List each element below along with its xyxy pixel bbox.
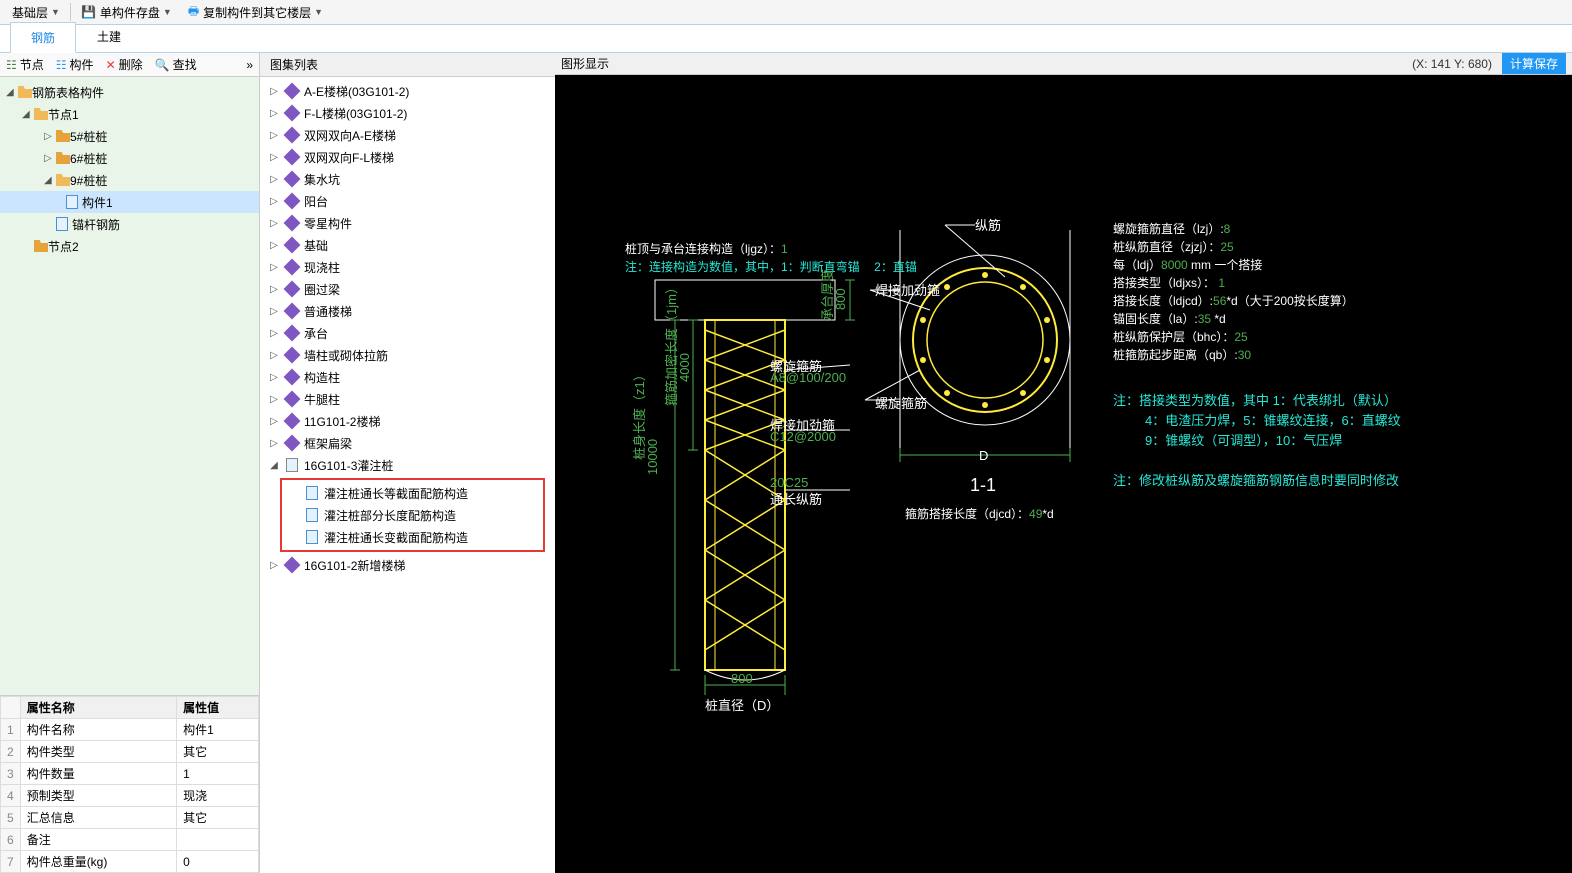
anno-long: 通长纵筋 <box>770 489 822 508</box>
param-line: 桩纵筋保护层（bhc）：25 <box>1113 328 1354 346</box>
param-line: 螺旋箍筋直径（lzj）:8 <box>1113 220 1354 238</box>
tab-rebar[interactable]: 钢筋 <box>10 22 76 53</box>
component-tree[interactable]: ◢钢筋表格构件 ◢节点1 ▷5#桩桩 ▷6#桩桩 ◢9#桩桩 构件1 锚杆钢筋 … <box>0 77 259 695</box>
atlas-item[interactable]: ▷圈过梁 <box>260 278 555 300</box>
graphic-title: 图形显示 <box>561 55 609 72</box>
atlas-item[interactable]: ▷零星构件 <box>260 212 555 234</box>
atlas-subitem[interactable]: 灌注桩通长等截面配筋构造 <box>282 482 543 504</box>
note2c: 9：锥螺纹（可调型），10：气压焊 <box>1145 430 1342 449</box>
tree-anchor[interactable]: 锚杆钢筋 <box>0 213 259 235</box>
atlas-item[interactable]: ▷11G101-2楼梯 <box>260 410 555 432</box>
param-line: 锚固长度（la）:35 *d <box>1113 310 1354 328</box>
atlas-item[interactable]: ▷墙柱或砌体拉筋 <box>260 344 555 366</box>
tab-bar: 钢筋 土建 <box>0 25 1572 53</box>
param-line: 桩纵筋直径（zjzj）：25 <box>1113 238 1354 256</box>
atlas-panel: 图集列表 ▷A-E楼梯(03G101-2)▷F-L楼梯(03G101-2)▷双网… <box>260 53 555 873</box>
top-toolbar: 基础层▼ 💾单构件存盘▼ 🖶复制构件到其它楼层▼ <box>0 0 1572 25</box>
atlas-item[interactable]: ▷阳台 <box>260 190 555 212</box>
sec-D: D <box>979 448 988 463</box>
prop-row[interactable]: 5汇总信息其它 <box>1 807 259 829</box>
atlas-item[interactable]: ▷集水坑 <box>260 168 555 190</box>
anno-overlap: 箍筋搭接长度（djcd）：49*d <box>905 505 1054 522</box>
anno-spiral-spec: A8@100/200 <box>770 370 846 385</box>
prop-row[interactable]: 1构件名称构件1 <box>1 719 259 741</box>
note3: 注：修改桩纵筋及螺旋箍筋钢筋信息时要同时修改 <box>1113 470 1399 489</box>
atlas-item[interactable]: ▷框架扁梁 <box>260 432 555 454</box>
dim-4000: 4000 <box>677 353 692 382</box>
atlas-list[interactable]: ▷A-E楼梯(03G101-2)▷F-L楼梯(03G101-2)▷双网双向A-E… <box>260 77 555 873</box>
sec-spiral: 螺旋箍筋 <box>875 393 927 412</box>
toolbar-more[interactable]: » <box>240 58 259 72</box>
tree-root[interactable]: ◢钢筋表格构件 <box>0 81 259 103</box>
prop-header-name: 属性名称 <box>20 697 176 719</box>
tab-civil[interactable]: 土建 <box>76 21 142 52</box>
left-toolbar: ☷节点 ☷构件 ✕删除 🔍查找 » <box>0 53 259 77</box>
atlas-item[interactable]: ▷牛腿柱 <box>260 388 555 410</box>
atlas-item[interactable]: ▷16G101-2新增楼梯 <box>260 554 555 576</box>
atlas-item[interactable]: ▷承台 <box>260 322 555 344</box>
atlas-subitem[interactable]: 灌注桩通长变截面配筋构造 <box>282 526 543 548</box>
atlas-item[interactable]: ▷双网双向F-L楼梯 <box>260 146 555 168</box>
atlas-item[interactable]: ▷现浇柱 <box>260 256 555 278</box>
prop-row[interactable]: 3构件数量1 <box>1 763 259 785</box>
cursor-coords: (X: 141 Y: 680) <box>1412 57 1492 71</box>
component-button[interactable]: ☷构件 <box>50 56 100 73</box>
cad-svg <box>555 75 1572 873</box>
anno-dense-len: 箍筋加密长度（1jm） <box>661 281 680 406</box>
prop-row[interactable]: 7构件总重量(kg)0 <box>1 851 259 873</box>
prop-row[interactable]: 4预制类型现浇 <box>1 785 259 807</box>
atlas-item[interactable]: ▷F-L楼梯(03G101-2) <box>260 102 555 124</box>
dim-800b: 800 <box>731 671 753 686</box>
cad-viewport[interactable]: 桩顶与承台连接构造（ljgz）：1 注：连接构造为数值，其中，1：判断直弯锚 2… <box>555 75 1572 873</box>
note2a: 注：搭接类型为数值，其中 1：代表绑扎（默认） <box>1113 390 1397 409</box>
tree-comp1[interactable]: 构件1 <box>0 191 259 213</box>
calc-save-button[interactable]: 计算保存 <box>1502 53 1566 74</box>
find-button[interactable]: 🔍查找 <box>149 56 203 73</box>
tree-pile5[interactable]: ▷5#桩桩 <box>0 125 259 147</box>
dim-10000: 10000 <box>645 439 660 475</box>
atlas-subitem[interactable]: 灌注桩部分长度配筋构造 <box>282 504 543 526</box>
tree-node1[interactable]: ◢节点1 <box>0 103 259 125</box>
anno-long-spec: 20C25 <box>770 475 808 490</box>
param-line: 搭接长度（ldjcd）:56*d（大于200按长度算） <box>1113 292 1354 310</box>
param-line: 桩箍筋起步距离（qb）:30 <box>1113 346 1354 364</box>
anno-title: 桩顶与承台连接构造（ljgz）：1 <box>625 240 788 257</box>
highlighted-subitems: 灌注桩通长等截面配筋构造灌注桩部分长度配筋构造灌注桩通长变截面配筋构造 <box>280 478 545 552</box>
graphic-panel: 图形显示 (X: 141 Y: 680) 计算保存 <box>555 53 1572 873</box>
prop-header-value: 属性值 <box>177 697 259 719</box>
anno-pile-dia: 桩直径（D） <box>705 695 779 714</box>
prop-row[interactable]: 6备注 <box>1 829 259 851</box>
param-line: 搭接类型（ldjxs）： 1 <box>1113 274 1354 292</box>
atlas-item[interactable]: ▷普通楼梯 <box>260 300 555 322</box>
atlas-item[interactable]: ▷A-E楼梯(03G101-2) <box>260 80 555 102</box>
tree-pile9[interactable]: ◢9#桩桩 <box>0 169 259 191</box>
prop-row[interactable]: 2构件类型其它 <box>1 741 259 763</box>
node-button[interactable]: ☷节点 <box>0 56 50 73</box>
left-panel: ☷节点 ☷构件 ✕删除 🔍查找 » ◢钢筋表格构件 ◢节点1 ▷5#桩桩 ▷6#… <box>0 53 260 873</box>
param-line: 每（ldj）8000 mm 一个搭接 <box>1113 256 1354 274</box>
atlas-item[interactable]: ▷构造柱 <box>260 366 555 388</box>
atlas-item-expanded[interactable]: ◢16G101-3灌注桩 <box>260 454 555 476</box>
property-grid: 属性名称属性值 1构件名称构件12构件类型其它3构件数量14预制类型现浇5汇总信… <box>0 695 259 873</box>
sec-title: 1-1 <box>970 475 996 496</box>
basic-layer-dropdown[interactable]: 基础层▼ <box>4 0 68 24</box>
sec-zong: 纵筋 <box>975 215 1001 234</box>
copy-component-button[interactable]: 🖶复制构件到其它楼层▼ <box>180 0 331 24</box>
dim-800a: 800 <box>833 288 848 310</box>
sec-weld: 焊接加劲箍 <box>875 280 940 299</box>
atlas-title: 图集列表 <box>260 53 555 77</box>
note2b: 4：电渣压力焊，5：锥螺纹连接，6：直螺纹 <box>1145 410 1401 429</box>
delete-button[interactable]: ✕删除 <box>100 56 149 73</box>
atlas-item[interactable]: ▷双网双向A-E楼梯 <box>260 124 555 146</box>
anno-weld-spec: C12@2000 <box>770 429 836 444</box>
tree-node2[interactable]: 节点2 <box>0 235 259 257</box>
atlas-item[interactable]: ▷基础 <box>260 234 555 256</box>
tree-pile6[interactable]: ▷6#桩桩 <box>0 147 259 169</box>
anno-note1: 注：连接构造为数值，其中，1：判断直弯锚 2：直锚 <box>625 258 917 275</box>
